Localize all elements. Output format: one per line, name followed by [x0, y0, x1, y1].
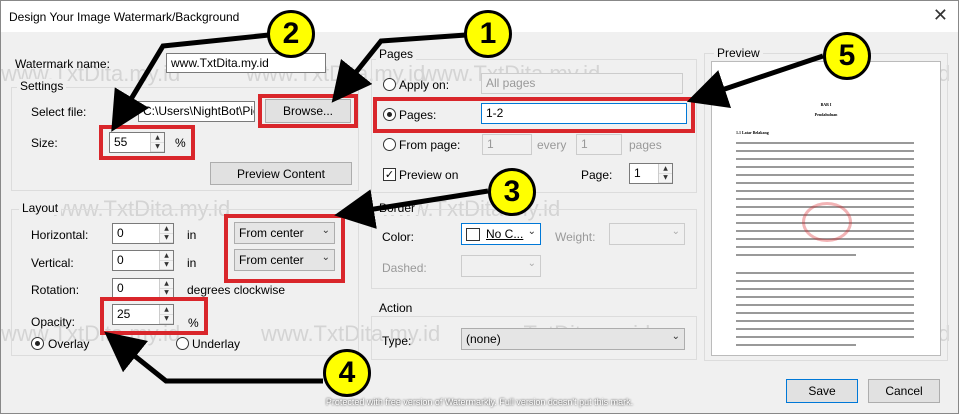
- annotation-arrows: [104, 32, 824, 384]
- step-badge-5: 5: [823, 32, 871, 80]
- step-badge-2: 2: [267, 10, 315, 58]
- step-badge-3: 3: [488, 168, 536, 216]
- watermark-dialog: Design Your Image Watermark/Background ✕…: [0, 0, 959, 414]
- step-badge-1: 1: [464, 10, 512, 58]
- step-badge-4: 4: [323, 349, 371, 397]
